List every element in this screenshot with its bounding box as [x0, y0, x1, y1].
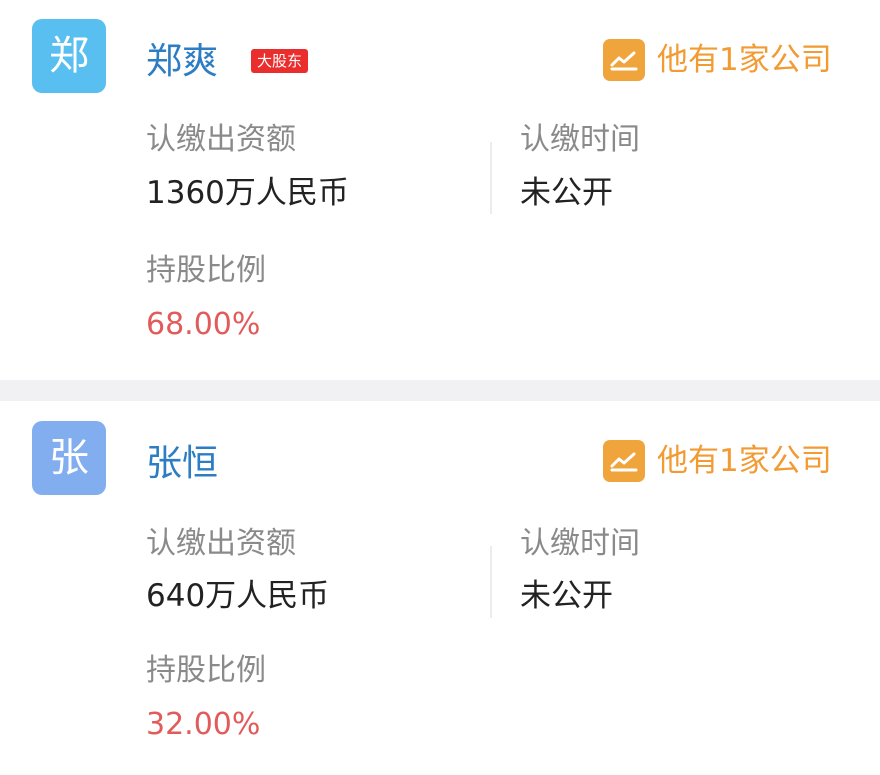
major-shareholder-badge: 大股东: [251, 49, 309, 73]
amount-label: 认缴出资额: [146, 122, 296, 157]
ratio-value: 32.00%: [146, 707, 261, 742]
time-value: 未公开: [520, 578, 613, 614]
shareholder-name[interactable]: 郑爽: [146, 40, 218, 84]
avatar: 张: [32, 421, 106, 495]
company-count-label: 他有1家公司: [657, 443, 832, 479]
shareholder-card[interactable]: 张 张恒 他有1家公司 认缴出资额 640万人民币 认缴时间 未公开 持股比例 …: [0, 401, 880, 775]
amount-value: 640万人民币: [146, 578, 330, 614]
trend-chart-icon: [603, 39, 645, 81]
column-divider: [490, 142, 492, 214]
ratio-value: 68.00%: [146, 307, 261, 342]
amount-value: 1360万人民币: [146, 175, 349, 211]
amount-label: 认缴出资额: [146, 526, 296, 561]
card-separator: [0, 380, 880, 401]
time-label: 认缴时间: [520, 122, 640, 157]
shareholder-name[interactable]: 张恒: [146, 442, 218, 486]
company-count-link[interactable]: 他有1家公司: [603, 439, 832, 483]
company-count-label: 他有1家公司: [657, 42, 832, 78]
trend-chart-icon: [603, 440, 645, 482]
time-label: 认缴时间: [520, 526, 640, 561]
company-count-link[interactable]: 他有1家公司: [603, 38, 832, 82]
avatar: 郑: [32, 19, 106, 93]
column-divider: [490, 546, 492, 618]
ratio-label: 持股比例: [146, 653, 266, 688]
shareholder-list: 郑 郑爽 大股东 他有1家公司 认缴出资额 1360万人民币 认缴时间 未公开 …: [0, 0, 880, 775]
ratio-label: 持股比例: [146, 253, 266, 288]
shareholder-card[interactable]: 郑 郑爽 大股东 他有1家公司 认缴出资额 1360万人民币 认缴时间 未公开 …: [0, 0, 880, 380]
time-value: 未公开: [520, 175, 613, 211]
